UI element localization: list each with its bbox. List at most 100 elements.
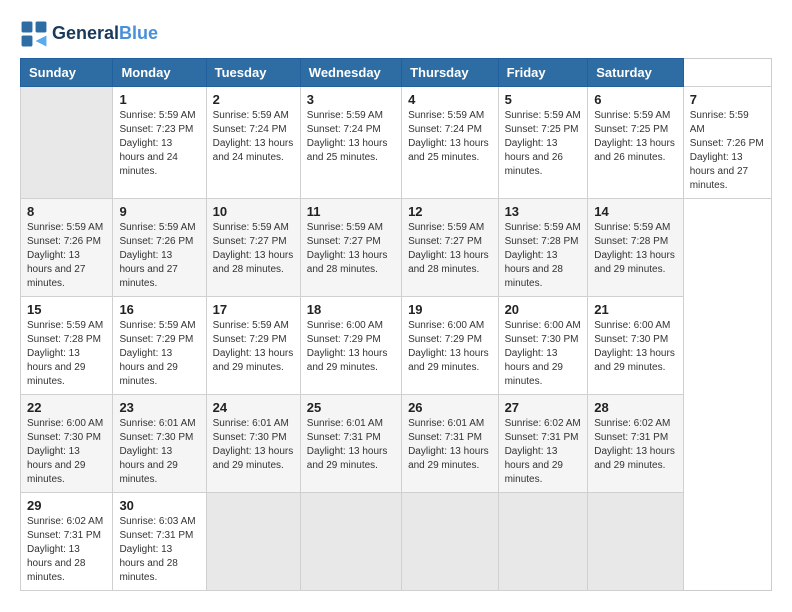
cell-info: Sunrise: 6:02 AMSunset: 7:31 PMDaylight:…: [505, 417, 582, 487]
calendar-cell: 2 Sunrise: 5:59 AMSunset: 7:24 PMDaylight…: [206, 87, 300, 199]
day-number: 15: [27, 302, 106, 317]
calendar-cell: 9 Sunrise: 5:59 AMSunset: 7:26 PMDaylight…: [113, 199, 206, 297]
week-row-3: 22 Sunrise: 6:00 AMSunset: 7:30 PMDayligh…: [21, 395, 772, 493]
calendar-body: 1 Sunrise: 5:59 AMSunset: 7:23 PMDaylight…: [21, 87, 772, 591]
day-number: 18: [307, 302, 395, 317]
weekday-header-saturday: Saturday: [588, 59, 684, 87]
cell-info: Sunrise: 5:59 AMSunset: 7:27 PMDaylight:…: [307, 221, 395, 277]
day-number: 22: [27, 400, 106, 415]
cell-info: Sunrise: 5:59 AMSunset: 7:27 PMDaylight:…: [408, 221, 492, 277]
day-number: 3: [307, 92, 395, 107]
calendar-cell: 1 Sunrise: 5:59 AMSunset: 7:23 PMDaylight…: [113, 87, 206, 199]
calendar-cell: 6 Sunrise: 5:59 AMSunset: 7:25 PMDaylight…: [588, 87, 684, 199]
cell-info: Sunrise: 5:59 AMSunset: 7:23 PMDaylight:…: [119, 109, 199, 179]
cell-info: Sunrise: 5:59 AMSunset: 7:25 PMDaylight:…: [594, 109, 677, 165]
cell-info: Sunrise: 6:01 AMSunset: 7:30 PMDaylight:…: [213, 417, 294, 473]
calendar-cell: 4 Sunrise: 5:59 AMSunset: 7:24 PMDaylight…: [402, 87, 499, 199]
day-number: 17: [213, 302, 294, 317]
day-number: 1: [119, 92, 199, 107]
cell-info: Sunrise: 5:59 AMSunset: 7:24 PMDaylight:…: [307, 109, 395, 165]
day-number: 20: [505, 302, 582, 317]
calendar-cell: 12 Sunrise: 5:59 AMSunset: 7:27 PMDayligh…: [402, 199, 499, 297]
logo-icon: [20, 20, 48, 48]
calendar-cell: 21 Sunrise: 6:00 AMSunset: 7:30 PMDayligh…: [588, 297, 684, 395]
weekday-header-sunday: Sunday: [21, 59, 113, 87]
day-number: 24: [213, 400, 294, 415]
cell-info: Sunrise: 5:59 AMSunset: 7:24 PMDaylight:…: [213, 109, 294, 165]
calendar-cell: 5 Sunrise: 5:59 AMSunset: 7:25 PMDaylight…: [498, 87, 588, 199]
cell-info: Sunrise: 5:59 AMSunset: 7:26 PMDaylight:…: [119, 221, 199, 291]
empty-cell: [21, 87, 113, 199]
cell-info: Sunrise: 6:00 AMSunset: 7:29 PMDaylight:…: [307, 319, 395, 375]
cell-info: Sunrise: 6:03 AMSunset: 7:31 PMDaylight:…: [119, 515, 199, 585]
week-row-1: 8 Sunrise: 5:59 AMSunset: 7:26 PMDaylight…: [21, 199, 772, 297]
week-row-4: 29 Sunrise: 6:02 AMSunset: 7:31 PMDayligh…: [21, 493, 772, 591]
calendar-cell: 30Sunrise: 6:03 AMSunset: 7:31 PMDayligh…: [113, 493, 206, 591]
day-number: 14: [594, 204, 677, 219]
cell-info: Sunrise: 6:01 AMSunset: 7:31 PMDaylight:…: [408, 417, 492, 473]
logo-text: GeneralBlue: [52, 24, 158, 44]
day-number: 19: [408, 302, 492, 317]
day-number: 27: [505, 400, 582, 415]
calendar-cell: 7 Sunrise: 5:59 AMSunset: 7:26 PMDaylight…: [683, 87, 771, 199]
day-number: 25: [307, 400, 395, 415]
calendar-cell: 10Sunrise: 5:59 AMSunset: 7:27 PMDayligh…: [206, 199, 300, 297]
calendar-cell: 26 Sunrise: 6:01 AMSunset: 7:31 PMDayligh…: [402, 395, 499, 493]
calendar-cell: [300, 493, 401, 591]
calendar-cell: 29 Sunrise: 6:02 AMSunset: 7:31 PMDayligh…: [21, 493, 113, 591]
day-number: 21: [594, 302, 677, 317]
logo: GeneralBlue: [20, 20, 158, 48]
cell-info: Sunrise: 5:59 AMSunset: 7:29 PMDaylight:…: [213, 319, 294, 375]
day-number: 12: [408, 204, 492, 219]
week-row-0: 1 Sunrise: 5:59 AMSunset: 7:23 PMDaylight…: [21, 87, 772, 199]
calendar-cell: [588, 493, 684, 591]
day-number: 5: [505, 92, 582, 107]
cell-info: Sunrise: 5:59 AMSunset: 7:28 PMDaylight:…: [505, 221, 582, 291]
day-number: 2: [213, 92, 294, 107]
cell-info: Sunrise: 6:00 AMSunset: 7:30 PMDaylight:…: [594, 319, 677, 375]
weekday-header-tuesday: Tuesday: [206, 59, 300, 87]
calendar-cell: 27 Sunrise: 6:02 AMSunset: 7:31 PMDayligh…: [498, 395, 588, 493]
cell-info: Sunrise: 6:00 AMSunset: 7:30 PMDaylight:…: [505, 319, 582, 389]
cell-info: Sunrise: 5:59 AMSunset: 7:26 PMDaylight:…: [690, 109, 765, 193]
day-number: 10: [213, 204, 294, 219]
day-number: 8: [27, 204, 106, 219]
weekday-header-row: SundayMondayTuesdayWednesdayThursdayFrid…: [21, 59, 772, 87]
calendar-cell: 23 Sunrise: 6:01 AMSunset: 7:30 PMDayligh…: [113, 395, 206, 493]
day-number: 9: [119, 204, 199, 219]
day-number: 7: [690, 92, 765, 107]
calendar-cell: 15 Sunrise: 5:59 AMSunset: 7:28 PMDayligh…: [21, 297, 113, 395]
day-number: 16: [119, 302, 199, 317]
calendar-cell: 19 Sunrise: 6:00 AMSunset: 7:29 PMDayligh…: [402, 297, 499, 395]
cell-info: Sunrise: 5:59 AMSunset: 7:28 PMDaylight:…: [27, 319, 106, 389]
calendar-cell: 22 Sunrise: 6:00 AMSunset: 7:30 PMDayligh…: [21, 395, 113, 493]
calendar-cell: [498, 493, 588, 591]
weekday-header-friday: Friday: [498, 59, 588, 87]
cell-info: Sunrise: 6:01 AMSunset: 7:31 PMDaylight:…: [307, 417, 395, 473]
day-number: 26: [408, 400, 492, 415]
cell-info: Sunrise: 6:02 AMSunset: 7:31 PMDaylight:…: [27, 515, 106, 585]
day-number: 13: [505, 204, 582, 219]
calendar-table: SundayMondayTuesdayWednesdayThursdayFrid…: [20, 58, 772, 591]
day-number: 6: [594, 92, 677, 107]
cell-info: Sunrise: 6:00 AMSunset: 7:30 PMDaylight:…: [27, 417, 106, 487]
cell-info: Sunrise: 5:59 AMSunset: 7:28 PMDaylight:…: [594, 221, 677, 277]
cell-info: Sunrise: 6:00 AMSunset: 7:29 PMDaylight:…: [408, 319, 492, 375]
day-number: 23: [119, 400, 199, 415]
cell-info: Sunrise: 5:59 AMSunset: 7:24 PMDaylight:…: [408, 109, 492, 165]
day-number: 28: [594, 400, 677, 415]
calendar-cell: 25 Sunrise: 6:01 AMSunset: 7:31 PMDayligh…: [300, 395, 401, 493]
calendar-cell: 11 Sunrise: 5:59 AMSunset: 7:27 PMDayligh…: [300, 199, 401, 297]
calendar-cell: 3 Sunrise: 5:59 AMSunset: 7:24 PMDaylight…: [300, 87, 401, 199]
day-number: 11: [307, 204, 395, 219]
calendar-cell: 28Sunrise: 6:02 AMSunset: 7:31 PMDayligh…: [588, 395, 684, 493]
day-number: 29: [27, 498, 106, 513]
calendar-cell: 20 Sunrise: 6:00 AMSunset: 7:30 PMDayligh…: [498, 297, 588, 395]
week-row-2: 15 Sunrise: 5:59 AMSunset: 7:28 PMDayligh…: [21, 297, 772, 395]
day-number: 4: [408, 92, 492, 107]
cell-info: Sunrise: 6:01 AMSunset: 7:30 PMDaylight:…: [119, 417, 199, 487]
weekday-header-monday: Monday: [113, 59, 206, 87]
calendar-cell: 18 Sunrise: 6:00 AMSunset: 7:29 PMDayligh…: [300, 297, 401, 395]
calendar-cell: 16Sunrise: 5:59 AMSunset: 7:29 PMDayligh…: [113, 297, 206, 395]
cell-info: Sunrise: 5:59 AMSunset: 7:25 PMDaylight:…: [505, 109, 582, 179]
